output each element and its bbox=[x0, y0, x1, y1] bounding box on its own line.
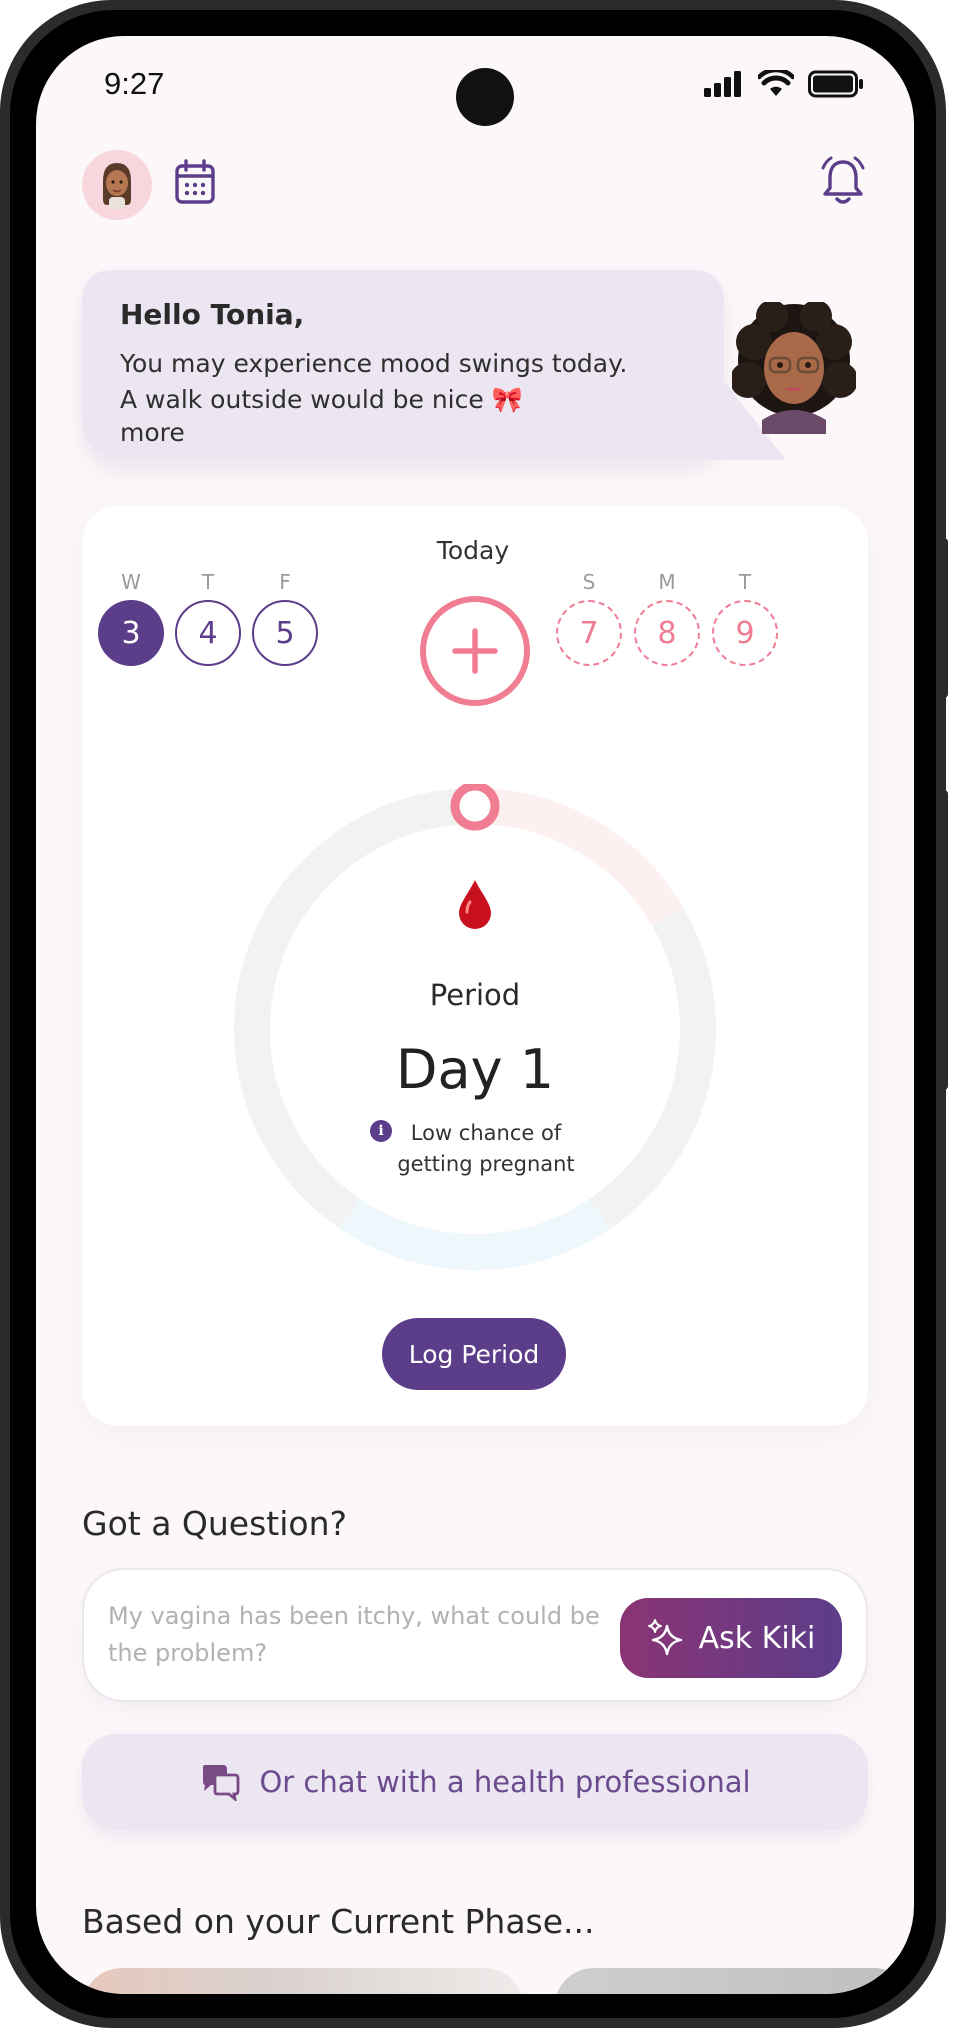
kiki-avatar bbox=[730, 300, 858, 438]
day-letter: M bbox=[658, 570, 676, 594]
day-number: 5 bbox=[252, 600, 318, 666]
chat-bubbles-icon bbox=[203, 1765, 240, 1801]
calendar-icon bbox=[175, 159, 215, 204]
bell-icon bbox=[821, 156, 865, 204]
log-period-button[interactable]: Log Period bbox=[382, 1318, 566, 1390]
signal-icon bbox=[704, 71, 741, 97]
day-wed[interactable]: W 3 bbox=[98, 570, 164, 666]
chat-professional-button[interactable]: Or chat with a health professional bbox=[82, 1734, 868, 1830]
day-tue[interactable]: T 9 bbox=[712, 570, 778, 666]
greeting-message: You may experience mood swings today. A … bbox=[120, 349, 628, 414]
day-letter: T bbox=[738, 570, 752, 594]
fertility-note: Low chance of getting pregnant bbox=[397, 1121, 575, 1176]
day-letter: S bbox=[582, 570, 596, 594]
day-letter: W bbox=[121, 570, 141, 594]
phase-card-2[interactable] bbox=[554, 1968, 914, 1994]
phone-frame: 9:27 Hello Tonia, You may experience moo… bbox=[0, 0, 948, 2028]
profile-avatar[interactable] bbox=[82, 150, 152, 220]
cycle-phase-label: Period bbox=[429, 978, 521, 1012]
front-camera bbox=[456, 68, 514, 126]
cycle-ring-graphic bbox=[234, 781, 716, 1271]
ask-kiki-button[interactable]: Ask Kiki bbox=[620, 1598, 842, 1678]
ask-input-placeholder[interactable]: My vagina has been itchy, what could be … bbox=[108, 1598, 608, 1672]
side-button-lower bbox=[940, 790, 948, 1090]
day-sat[interactable]: S 7 bbox=[556, 570, 622, 666]
day-letter: T bbox=[201, 570, 215, 594]
today-label: Today bbox=[436, 536, 510, 565]
kiki-avatar-image bbox=[730, 300, 858, 434]
calendar-button[interactable] bbox=[174, 159, 216, 209]
phase-card-1[interactable] bbox=[82, 1968, 524, 1994]
app-screen: 9:27 Hello Tonia, You may experience moo… bbox=[36, 36, 914, 1994]
plus-icon bbox=[452, 628, 498, 674]
wifi-icon bbox=[758, 70, 794, 96]
cycle-day: Day 1 bbox=[395, 1038, 555, 1101]
day-mon[interactable]: M 8 bbox=[634, 570, 700, 666]
notifications-button[interactable] bbox=[820, 156, 866, 210]
day-letter: F bbox=[279, 570, 291, 594]
greeting-title: Hello Tonia, bbox=[120, 298, 305, 331]
info-icon[interactable]: i bbox=[370, 1120, 392, 1142]
day-number: 9 bbox=[712, 600, 778, 666]
phase-section-title: Based on your Current Phase... bbox=[82, 1902, 595, 1941]
avatar-memoji bbox=[103, 163, 131, 209]
day-fri[interactable]: F 5 bbox=[252, 570, 318, 666]
battery-icon bbox=[808, 70, 863, 98]
day-number: 4 bbox=[175, 600, 241, 666]
question-title: Got a Question? bbox=[82, 1504, 348, 1543]
ask-kiki-label: Ask Kiki bbox=[698, 1620, 816, 1656]
chat-professional-label: Or chat with a health professional bbox=[259, 1765, 751, 1799]
sparkles-icon bbox=[647, 1619, 682, 1656]
cycle-ring bbox=[230, 781, 720, 1278]
day-number: 8 bbox=[634, 600, 700, 666]
status-time: 9:27 bbox=[104, 66, 165, 101]
blood-drop-icon bbox=[456, 878, 494, 934]
day-number: 7 bbox=[556, 600, 622, 666]
day-thu[interactable]: T 4 bbox=[175, 570, 241, 666]
greeting-more-link[interactable]: more bbox=[120, 418, 185, 447]
side-button-upper bbox=[940, 538, 948, 698]
today-add-button[interactable] bbox=[420, 596, 530, 706]
day-number: 3 bbox=[98, 600, 164, 666]
status-icons bbox=[704, 70, 864, 98]
